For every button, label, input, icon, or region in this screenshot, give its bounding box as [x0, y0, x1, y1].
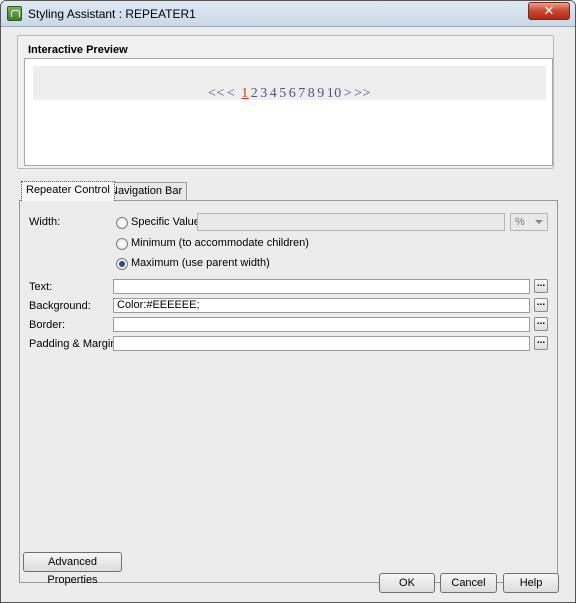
cancel-button[interactable]: Cancel — [440, 573, 497, 593]
ok-button[interactable]: OK — [379, 573, 435, 593]
styling-assistant-dialog: Styling Assistant : REPEATER1 ✕ Interact… — [0, 0, 576, 603]
tab-navigation-bar[interactable]: Navigation Bar — [105, 182, 188, 200]
background-label: Background: — [29, 300, 91, 312]
pager-page[interactable]: 6 — [289, 86, 297, 101]
padding-margin-input[interactable] — [113, 336, 530, 351]
pager-first[interactable]: << — [208, 86, 225, 101]
interactive-preview-group: Interactive Preview << < 1 2 3 4 5 6 7 8 9 10 > >> — [17, 35, 554, 169]
padding-margin-label: Padding & Margin: — [29, 338, 120, 350]
pager-current-page: 1 — [241, 86, 249, 101]
pager-prev[interactable]: < — [227, 86, 235, 101]
width-label: Width: — [29, 216, 61, 228]
chevron-down-icon — [535, 220, 543, 224]
background-input[interactable]: Color:#EEEEEE; — [113, 298, 530, 313]
close-button[interactable]: ✕ — [528, 2, 570, 20]
unit-select[interactable]: % — [510, 213, 548, 231]
tab-repeater-control[interactable]: Repeater Control — [21, 181, 115, 201]
specific-value-input[interactable] — [197, 213, 505, 231]
pager-page[interactable]: 3 — [260, 86, 268, 101]
pager-page[interactable]: 10 — [327, 86, 342, 101]
border-label: Border: — [29, 319, 66, 331]
dialog-body: Interactive Preview << < 1 2 3 4 5 6 7 8 9 10 > >> R… — [7, 31, 569, 596]
text-ellipsis-button[interactable]: ... — [534, 279, 548, 293]
preview-repeater: << < 1 2 3 4 5 6 7 8 9 10 > >> — [33, 66, 546, 101]
app-icon — [7, 6, 22, 21]
unit-select-value: % — [515, 216, 525, 228]
pager-page[interactable]: 4 — [270, 86, 278, 101]
text-label: Text: — [29, 281, 53, 293]
pager-page[interactable]: 9 — [317, 86, 325, 101]
specific-value-label: Specific Value — [131, 216, 200, 228]
window-title: Styling Assistant : REPEATER1 — [28, 7, 196, 21]
pager-page[interactable]: 8 — [308, 86, 316, 101]
preview-box: << < 1 2 3 4 5 6 7 8 9 10 > >> — [24, 58, 553, 166]
advanced-properties-button[interactable]: Advanced Properties — [23, 552, 122, 586]
padding-margin-ellipsis-button[interactable]: ... — [534, 336, 548, 350]
help-button[interactable]: Help — [503, 573, 559, 593]
radio-minimum[interactable] — [116, 238, 128, 250]
pager-next[interactable]: > — [344, 86, 352, 101]
pager-page[interactable]: 2 — [251, 86, 259, 101]
pager-last[interactable]: >> — [354, 86, 371, 101]
border-ellipsis-button[interactable]: ... — [534, 317, 548, 331]
background-ellipsis-button[interactable]: ... — [534, 298, 548, 312]
repeater-control-panel: Width: Specific Value % Minimum (to acco… — [19, 200, 558, 586]
border-input[interactable] — [113, 317, 530, 332]
radio-specific-value[interactable] — [116, 217, 128, 229]
tab-control: Repeater Control Navigation Bar Width: S… — [19, 181, 558, 586]
maximum-label: Maximum (use parent width) — [131, 257, 270, 269]
radio-maximum[interactable] — [116, 258, 128, 270]
pager-page[interactable]: 7 — [298, 86, 306, 101]
text-input[interactable] — [113, 279, 530, 294]
pager: << < 1 2 3 4 5 6 7 8 9 10 > >> — [207, 86, 372, 101]
pager-page[interactable]: 5 — [279, 86, 287, 101]
interactive-preview-label: Interactive Preview — [28, 44, 128, 56]
minimum-label: Minimum (to accommodate children) — [131, 237, 309, 249]
title-bar: Styling Assistant : REPEATER1 ✕ — [1, 1, 575, 27]
